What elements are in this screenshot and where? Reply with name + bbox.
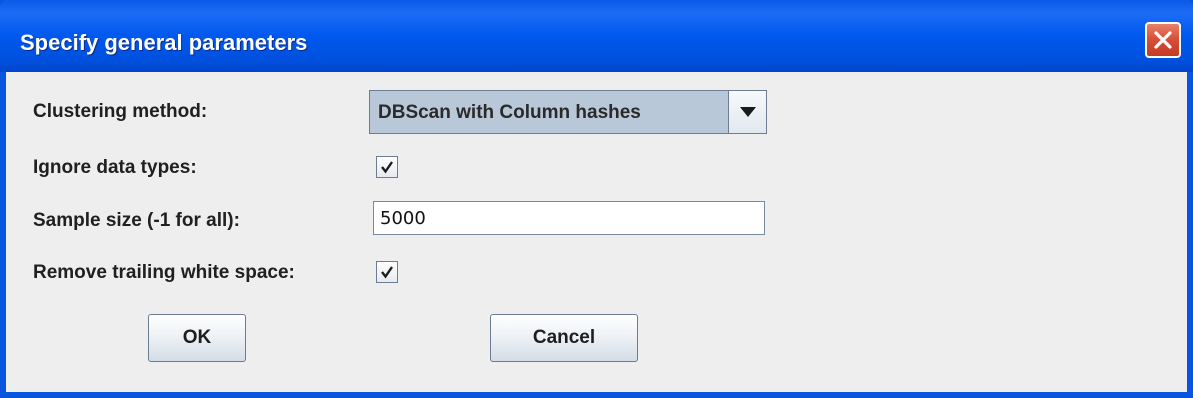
ignore-data-types-checkbox[interactable] <box>376 156 398 178</box>
clustering-method-label: Clustering method: <box>33 101 208 122</box>
cancel-button[interactable]: Cancel <box>490 314 638 362</box>
sample-size-field[interactable] <box>373 201 765 235</box>
specify-parameters-dialog: Specify general parameters Clustering me… <box>0 0 1193 398</box>
close-button[interactable] <box>1145 22 1181 58</box>
dialog-title: Specify general parameters <box>20 30 308 55</box>
title-bar[interactable]: Specify general parameters <box>0 0 1193 72</box>
sample-size-label: Sample size (-1 for all): <box>33 210 240 231</box>
remove-trailing-white-space-label: Remove trailing white space: <box>33 262 295 283</box>
sample-size-input[interactable] <box>374 202 764 234</box>
ok-button[interactable]: OK <box>148 314 246 362</box>
ignore-data-types-label: Ignore data types: <box>33 157 197 178</box>
remove-trailing-white-space-checkbox[interactable] <box>376 261 398 283</box>
clustering-method-value: DBScan with Column hashes <box>378 102 641 123</box>
clustering-method-dropdown[interactable]: DBScan with Column hashes <box>369 90 767 134</box>
dropdown-arrow-button[interactable] <box>728 91 766 133</box>
